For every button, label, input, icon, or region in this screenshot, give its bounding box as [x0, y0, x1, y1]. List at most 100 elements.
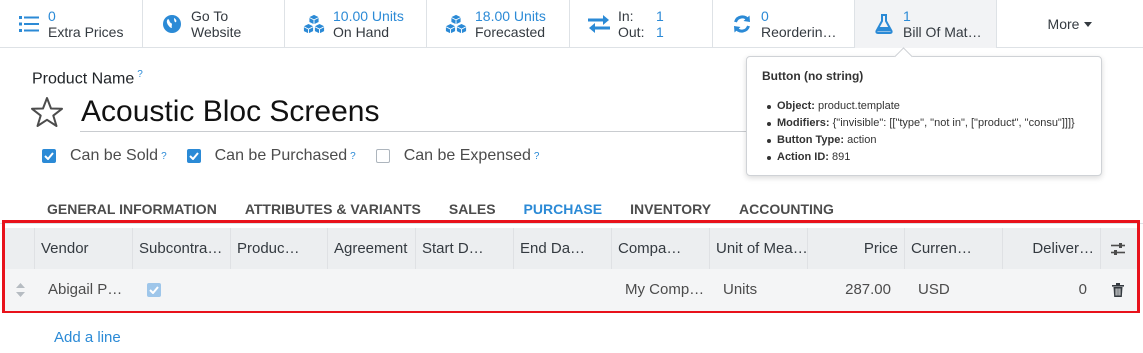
column-header-delivery[interactable]: Deliver… [1003, 228, 1101, 269]
column-header-end-date[interactable]: End Da… [514, 228, 612, 269]
column-header-subcontractor[interactable]: Subcontra… [133, 228, 231, 269]
more-button[interactable]: More [997, 0, 1143, 48]
forecasted-value: 18.00 Units [475, 8, 546, 24]
exchange-icon [588, 13, 610, 35]
agreement-cell[interactable] [328, 269, 416, 311]
column-header-agreement[interactable]: Agreement [328, 228, 416, 269]
tab-sales[interactable]: SALES [435, 199, 510, 219]
forecasted-button[interactable]: 18.00 Units Forecasted [427, 0, 570, 48]
check-icon [44, 152, 54, 160]
drag-handle-icon[interactable] [5, 269, 35, 311]
website-line1: Go To [191, 8, 229, 24]
tooltip-value: action [847, 134, 877, 146]
tab-purchase[interactable]: PURCHASE [510, 199, 617, 219]
tooltip-item: Button Type: action [767, 132, 1075, 149]
extra-prices-label: Extra Prices [48, 24, 124, 40]
add-a-line-link[interactable]: Add a line [54, 329, 121, 346]
extra-prices-button[interactable]: 0 Extra Prices [0, 0, 143, 48]
reordering-rules-button[interactable]: 0 Reorderin… [713, 0, 855, 48]
unit-of-measure-cell[interactable]: Units [710, 269, 808, 311]
tooltip-value: {"invisible": [["type", "not in", ["prod… [832, 117, 1075, 129]
on-hand-value: 10.00 Units [333, 8, 404, 24]
bill-of-materials-button[interactable]: 1 Bill Of Mat… [855, 0, 997, 48]
on-hand-label: On Hand [333, 24, 390, 40]
column-header-product[interactable]: Produc… [231, 228, 328, 269]
can-be-purchased-checkbox[interactable] [186, 149, 201, 163]
bom-label: Bill Of Mat… [903, 24, 982, 40]
can-be-sold-option[interactable]: Can be Sold? [42, 147, 167, 165]
extra-prices-count: 0 [48, 8, 56, 24]
price-cell[interactable]: 287.00 [808, 269, 905, 311]
tooltip-value: 891 [832, 151, 851, 163]
can-be-sold-checkbox[interactable] [42, 149, 56, 163]
can-be-sold-label: Can be Sold [70, 147, 159, 164]
help-icon[interactable]: ? [161, 151, 167, 162]
flask-icon [873, 13, 895, 35]
subcontractor-cell[interactable] [133, 269, 231, 311]
column-header-price[interactable]: Price [808, 228, 905, 269]
on-hand-button[interactable]: 10.00 Units On Hand [285, 0, 427, 48]
check-icon [188, 152, 199, 160]
can-be-expensed-label: Can be Expensed [403, 147, 531, 164]
tab-general-information[interactable]: GENERAL INFORMATION [33, 199, 231, 219]
reordering-label: Reorderin… [761, 24, 837, 40]
favorite-star-icon[interactable] [30, 96, 64, 128]
tab-accounting[interactable]: ACCOUNTING [725, 199, 848, 219]
column-header-company[interactable]: Compa… [612, 228, 710, 269]
end-date-cell[interactable] [514, 269, 612, 311]
product-variant-cell[interactable] [231, 269, 328, 311]
product-name-label-text: Product Name [32, 70, 135, 88]
refresh-icon [731, 13, 753, 35]
product-flags: Can be Sold? Can be Purchased? Can be Ex… [42, 147, 559, 165]
column-header-vendor[interactable]: Vendor [35, 228, 133, 269]
tab-inventory[interactable]: INVENTORY [616, 199, 725, 219]
reordering-count: 0 [761, 8, 769, 24]
table-row[interactable]: Abigail P… My Comp… Units 287.00 USD 0 [5, 269, 1137, 311]
help-icon[interactable]: ? [534, 151, 540, 162]
delete-row-trash-icon[interactable] [1101, 269, 1135, 311]
in-count: 1 [656, 8, 664, 24]
check-icon [149, 286, 159, 295]
column-header-unit-of-measure[interactable]: Unit of Mea… [710, 228, 808, 269]
tooltip-item: Modifiers: {"invisible": [["type", "not … [767, 115, 1075, 132]
table-header: Vendor Subcontra… Produc… Agreement Star… [5, 228, 1137, 269]
tooltip-value: product.template [817, 100, 900, 112]
bom-count: 1 [903, 8, 911, 24]
list-icon [18, 13, 40, 35]
in-out-button[interactable]: In: 1 Out: 1 [570, 0, 713, 48]
help-icon[interactable]: ? [137, 69, 143, 80]
tab-attributes-variants[interactable]: ATTRIBUTES & VARIANTS [231, 199, 435, 219]
vendor-cell[interactable]: Abigail P… [35, 269, 133, 311]
more-label: More [1047, 16, 1080, 32]
debug-tooltip: Button (no string) Object: product.templ… [746, 56, 1102, 176]
tooltip-details: Object: product.template Modifiers: {"in… [767, 98, 1075, 166]
product-name-input[interactable]: Acoustic Bloc Screens [80, 92, 760, 132]
can-be-purchased-option[interactable]: Can be Purchased? [186, 147, 356, 165]
forecasted-label: Forecasted [475, 24, 546, 40]
caret-down-icon [1084, 21, 1093, 27]
handle-column-header [5, 228, 35, 269]
delivery-lead-time-cell[interactable]: 0 [1003, 269, 1101, 311]
can-be-expensed-checkbox[interactable] [375, 149, 390, 163]
start-date-cell[interactable] [416, 269, 514, 311]
tooltip-key: Button Type: [777, 134, 845, 146]
can-be-purchased-label: Can be Purchased [214, 147, 348, 164]
out-label: Out: [618, 24, 645, 40]
tooltip-item: Object: product.template [767, 98, 1075, 115]
tooltip-key: Action ID: [777, 151, 829, 163]
in-label: In: [618, 8, 634, 24]
go-to-website-button[interactable]: Go To Website [143, 0, 285, 48]
column-header-currency[interactable]: Curren… [905, 228, 1003, 269]
notebook-tabs: GENERAL INFORMATION ATTRIBUTES & VARIANT… [33, 199, 848, 219]
subcontractor-checkbox [147, 283, 161, 298]
product-name-label: Product Name? [32, 69, 143, 88]
vendor-pricelist-table: Vendor Subcontra… Produc… Agreement Star… [2, 220, 1140, 313]
column-header-start-date[interactable]: Start D… [416, 228, 514, 269]
company-cell[interactable]: My Comp… [612, 269, 710, 311]
can-be-expensed-option[interactable]: Can be Expensed? [375, 147, 540, 165]
cubes-icon [445, 13, 467, 35]
help-icon[interactable]: ? [350, 151, 356, 162]
optional-columns-sliders-icon[interactable] [1101, 228, 1135, 269]
currency-cell[interactable]: USD [905, 269, 1003, 311]
tooltip-item: Action ID: 891 [767, 149, 1075, 166]
